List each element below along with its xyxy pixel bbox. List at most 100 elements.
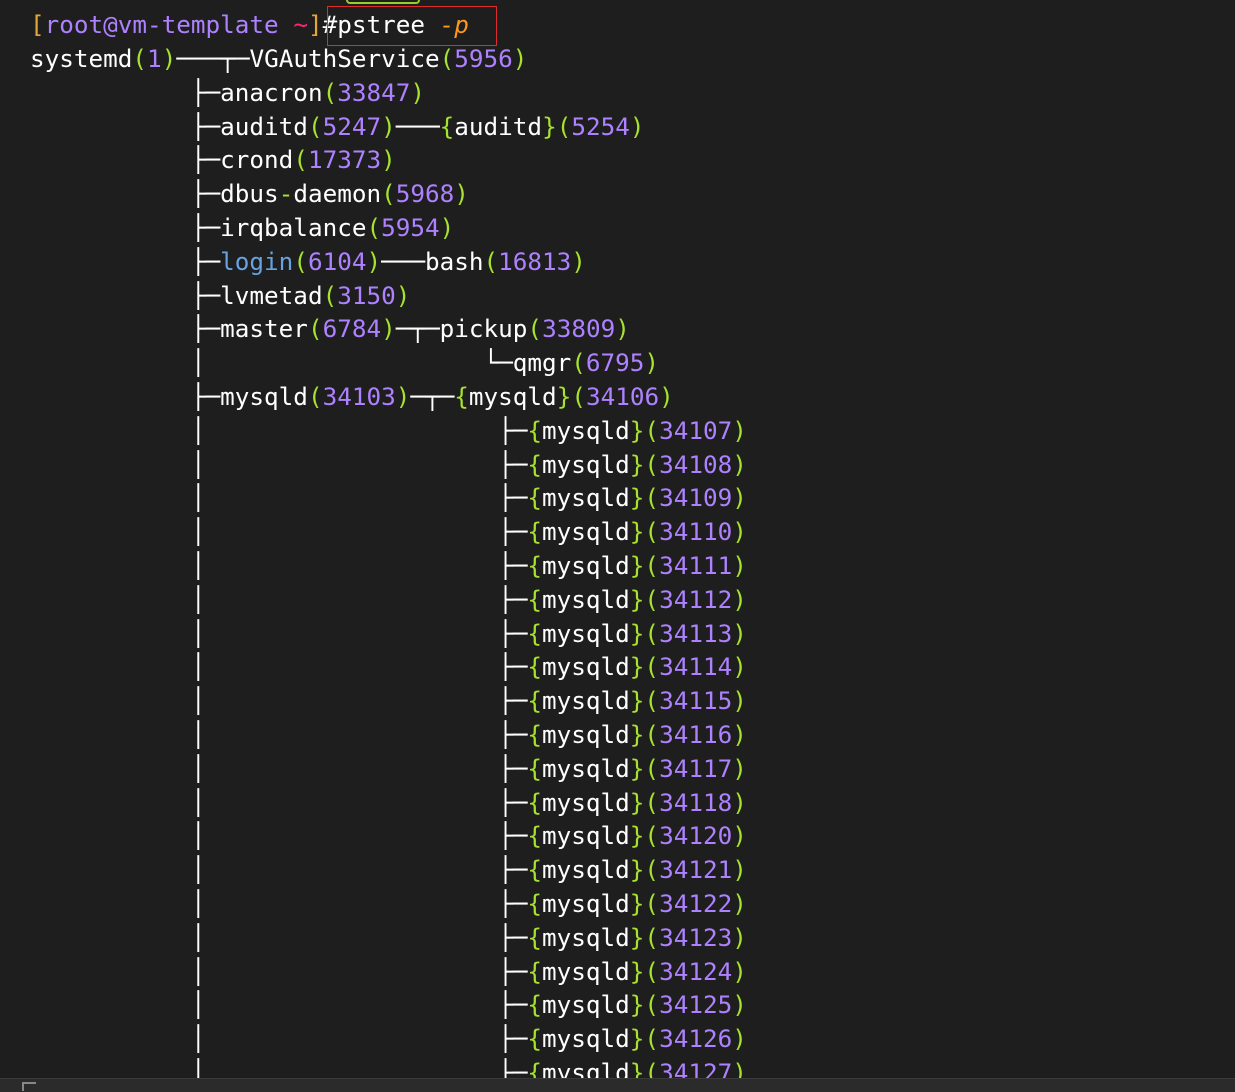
- tree-line: │ ├─{mysqld}(34122): [30, 887, 747, 921]
- tree-line: ├─irqbalance(5954): [30, 211, 454, 245]
- pid-value: 34107: [659, 415, 733, 445]
- tree-punct: ): [381, 111, 396, 141]
- tree-punct: {: [527, 415, 542, 445]
- tree-punct: (: [644, 449, 660, 479]
- tree-punct: ): [732, 990, 747, 1020]
- tree-text: │ ├─: [30, 889, 528, 918]
- pid-value: 34127: [659, 1058, 733, 1078]
- tree-text: mysqld: [542, 686, 630, 716]
- tree-punct: }: [629, 517, 645, 547]
- tree-punct: }: [629, 990, 645, 1020]
- tree-text: systemd: [30, 44, 133, 73]
- tree-text: auditd: [220, 111, 308, 141]
- tree-punct: ): [732, 753, 747, 783]
- tree-text: mysqld: [220, 382, 308, 411]
- pid-value: 5968: [395, 179, 455, 209]
- pid-value: 6795: [585, 348, 645, 378]
- pid-value: 34106: [585, 382, 660, 411]
- pid-value: 33847: [337, 77, 411, 107]
- tree-line: ├─anacron(33847): [30, 76, 425, 110]
- tree-punct: }: [542, 111, 557, 141]
- pid-value: 34126: [659, 1024, 733, 1054]
- tree-text: mysqld: [542, 1058, 630, 1078]
- tree-text: crond: [220, 145, 294, 175]
- tree-punct: {: [527, 889, 542, 918]
- tree-punct: ): [732, 517, 747, 547]
- tree-text: mysqld: [542, 652, 630, 682]
- tree-punct: (: [644, 415, 660, 445]
- tree-text: │ ├─: [30, 787, 528, 817]
- pid-value: 1: [147, 44, 162, 73]
- tree-punct: (: [644, 483, 660, 513]
- pid-value: 34110: [659, 517, 733, 547]
- tree-text: ─┬─: [410, 382, 455, 411]
- tree-punct: (: [644, 753, 660, 783]
- tree-text: │ ├─: [30, 821, 528, 851]
- tree-punct: }: [556, 382, 572, 411]
- pid-value: 34116: [659, 720, 733, 749]
- tree-punct: {: [527, 990, 542, 1020]
- tree-punct: {: [439, 111, 455, 141]
- tree-punct: ): [732, 652, 747, 682]
- pid-value: 6784: [322, 314, 382, 344]
- tree-punct: }: [629, 449, 645, 479]
- tree-text: bash: [425, 246, 484, 276]
- tree-punct: ): [366, 246, 382, 276]
- tree-text: auditd: [454, 111, 543, 141]
- tree-punct: ): [732, 922, 747, 952]
- tree-punct: (: [644, 889, 660, 918]
- tree-text: ├─: [30, 246, 221, 276]
- tree-text: │ ├─: [30, 415, 528, 445]
- tree-punct: (: [644, 584, 660, 614]
- tree-punct: {: [527, 821, 542, 851]
- tree-punct: (: [322, 77, 338, 107]
- tree-punct: }: [629, 652, 645, 682]
- pid-value: 6104: [307, 246, 367, 276]
- tree-punct: (: [307, 382, 323, 411]
- tree-punct: }: [629, 551, 645, 580]
- tree-line: ├─auditd(5247)───{auditd}(5254): [30, 110, 645, 144]
- tree-line: │ ├─{mysqld}(34117): [30, 752, 747, 786]
- tree-text: │ ├─: [30, 584, 528, 614]
- tree-line: │ ├─{mysqld}(34125): [30, 988, 747, 1022]
- tree-punct: {: [527, 753, 542, 783]
- pid-value: 34125: [659, 990, 733, 1020]
- tree-text: │ ├─: [30, 618, 528, 648]
- tree-line: ├─mysqld(34103)─┬─{mysqld}(34106): [30, 380, 674, 414]
- tree-punct: (: [366, 213, 382, 242]
- tree-punct: (: [381, 179, 396, 209]
- tree-punct: ): [454, 179, 469, 209]
- terminal-window[interactable]: [root@vm-template ~]#pstree -p systemd(1…: [0, 0, 1235, 1078]
- tree-punct: (: [644, 618, 660, 648]
- tree-punct: (: [644, 720, 660, 749]
- tree-line: │ ├─{mysqld}(34111): [30, 549, 747, 583]
- tree-text: │ ├─: [30, 686, 528, 716]
- tree-punct: }: [629, 922, 645, 952]
- tree-line: ├─login(6104)───bash(16813): [30, 245, 586, 279]
- tree-text: ├─: [30, 382, 221, 411]
- prompt-close-bracket: ]: [307, 10, 323, 39]
- tree-text: ───┬─: [176, 44, 250, 73]
- tree-punct: {: [527, 787, 542, 817]
- tree-text: ├─: [30, 77, 221, 107]
- tree-text: │ ├─: [30, 855, 528, 885]
- tree-punct: {: [527, 618, 542, 648]
- tree-text: mysqld: [542, 753, 630, 783]
- tree-text: ───: [381, 246, 425, 276]
- tree-line: │ ├─{mysqld}(34115): [30, 684, 747, 718]
- tree-punct: }: [629, 956, 645, 986]
- tree-text: ─┬─: [395, 314, 440, 344]
- tree-punct: (: [527, 314, 543, 344]
- tree-punct: ): [161, 44, 177, 73]
- tree-text: daemon: [293, 179, 382, 209]
- pid-value: 3150: [337, 280, 396, 310]
- tree-text: mysqld: [542, 956, 630, 986]
- tree-punct: {: [527, 956, 542, 986]
- tree-punct: (: [644, 787, 660, 817]
- tree-text: │ ├─: [30, 1024, 528, 1054]
- tree-line: │ ├─{mysqld}(34123): [30, 921, 747, 955]
- tree-punct: (: [644, 855, 660, 885]
- tree-punct: }: [629, 889, 645, 918]
- tree-punct: (: [644, 821, 660, 851]
